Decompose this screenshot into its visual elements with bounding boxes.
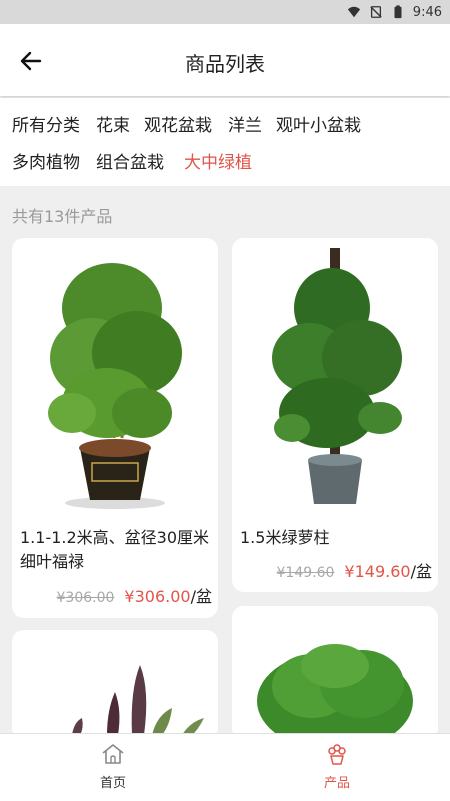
tab-home[interactable]: 首页 [73,742,153,791]
price-unit: /盆 [410,562,432,581]
product-card[interactable] [12,630,218,740]
wifi-icon [347,6,360,18]
tab-home-label: 首页 [99,776,126,791]
app-bar: 商品列表 [0,24,450,96]
original-price: ¥306.00 [56,590,115,606]
product-name: 1.1-1.2米高、盆径30厘米细叶福禄 [20,528,210,571]
bottom-tab-bar: 首页 产品 [0,733,450,801]
product-image-calathea [12,630,218,740]
filter-succulents[interactable]: 多肉植物 [12,148,80,173]
filter-bouquet[interactable]: 花束 [96,111,130,136]
category-filter-bar: 所有分类 花束 观花盆栽 洋兰 观叶小盆栽 多肉植物 组合盆栽 大中绿植 [0,98,450,186]
page-title: 商品列表 [185,52,265,76]
flower-pot-icon [328,744,346,765]
product-image-pothos-pole [232,238,438,514]
filter-orchid[interactable]: 洋兰 [228,111,262,136]
battery-icon [394,5,402,19]
tab-products[interactable]: 产品 [297,742,377,791]
status-bar: 9:46 [0,0,450,24]
current-price: ¥306.00 [124,587,191,606]
filter-flowering-pots[interactable]: 观花盆栽 [144,111,212,136]
original-price: ¥149.60 [276,565,335,581]
home-icon [102,744,124,764]
tab-products-label: 产品 [323,776,350,791]
product-image-green-shrub [232,606,438,740]
price-unit: /盆 [190,587,212,606]
no-sim-icon [370,6,382,18]
current-price: ¥149.60 [344,562,411,581]
status-time: 9:46 [412,4,442,20]
filter-combo-pots[interactable]: 组合盆栽 [96,148,164,173]
product-name: 1.5米绿萝柱 [240,528,330,547]
product-price-row: ¥306.00 ¥306.00/盆 [57,583,212,607]
product-card[interactable]: 1.5米绿萝柱 ¥149.60 ¥149.60/盆 [232,238,438,592]
product-count: 共有13件产品 [12,207,113,226]
filter-small-foliage[interactable]: 观叶小盆栽 [276,111,361,136]
product-card[interactable] [232,606,438,740]
product-image-fortune-tree [12,238,218,514]
filter-all[interactable]: 所有分类 [12,111,80,136]
product-card[interactable]: 1.1-1.2米高、盆径30厘米细叶福禄 ¥306.00 ¥306.00/盆 [12,238,218,618]
filter-large-green-plants[interactable]: 大中绿植 [184,148,252,173]
product-price-row: ¥149.60 ¥149.60/盆 [277,558,432,582]
